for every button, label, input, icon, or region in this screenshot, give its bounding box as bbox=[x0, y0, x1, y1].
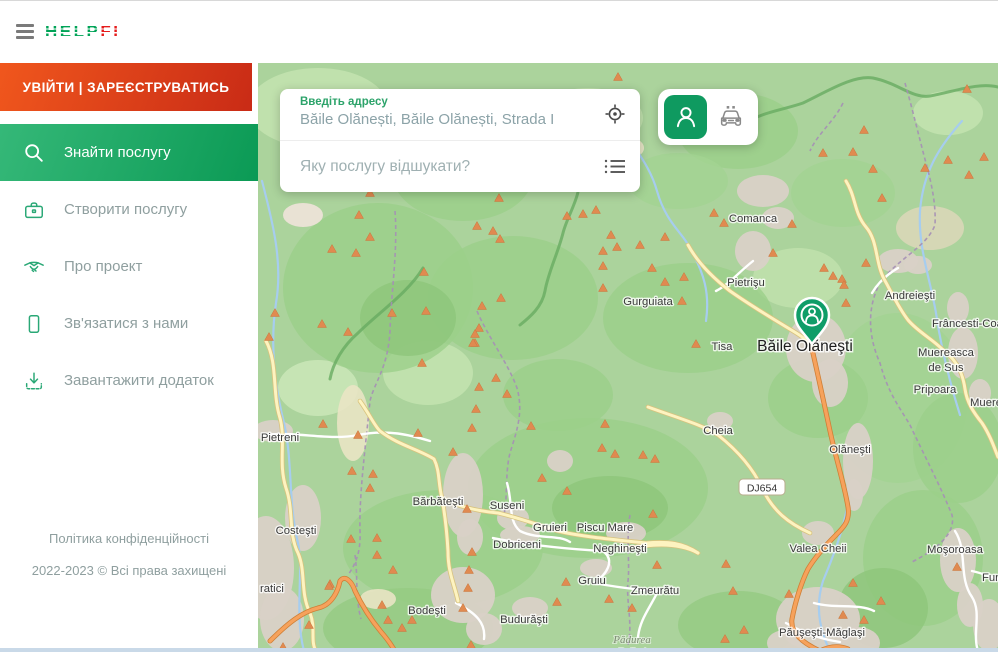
hamburger-menu-icon[interactable] bbox=[16, 24, 34, 39]
map-label: Zmeurătu bbox=[631, 585, 679, 597]
sidebar-item-create-service[interactable]: Створити послугу bbox=[0, 181, 258, 238]
map-label: Păuşeşti-Măglaşi bbox=[779, 627, 865, 639]
taxi-icon bbox=[717, 103, 745, 131]
logo-red-part: FI bbox=[100, 22, 120, 41]
copyright-text: 2022-2023 © Всі права захищені bbox=[0, 563, 258, 578]
town-area bbox=[547, 450, 573, 472]
map-label: Pietreni bbox=[261, 432, 299, 444]
map-label: Comanca bbox=[729, 213, 778, 225]
address-row: Введіть адресу bbox=[280, 89, 640, 141]
map-label: Băile Olăneşti bbox=[757, 338, 853, 355]
sidebar-item-label: Зв'язатися з нами bbox=[64, 315, 188, 332]
map-label: Gruieri bbox=[533, 522, 567, 534]
map-label: Gurguiata bbox=[623, 296, 673, 308]
map-label: Muereasca bbox=[918, 347, 975, 359]
taxi-mode-button[interactable] bbox=[709, 95, 752, 139]
sidebar-item-find-service[interactable]: Знайти послугу bbox=[0, 124, 258, 181]
field-patch bbox=[283, 203, 323, 227]
service-search-input[interactable] bbox=[280, 141, 640, 192]
topbar: HELPFI bbox=[0, 1, 998, 63]
map-label: Suseni bbox=[490, 500, 525, 512]
sidebar-item-about-project[interactable]: Про проект bbox=[0, 238, 258, 295]
map-label: Gruiu bbox=[578, 575, 606, 587]
sidebar-item-label: Про проект bbox=[64, 258, 142, 275]
map-label: Bărbăteşti bbox=[413, 496, 464, 508]
map-label: Frâncesti-Coa bbox=[932, 318, 998, 330]
map-label: Costeşti bbox=[276, 525, 317, 537]
address-input[interactable] bbox=[300, 111, 596, 128]
forest-patch bbox=[791, 159, 895, 227]
person-mode-button[interactable] bbox=[664, 95, 707, 139]
address-label: Введіть адресу bbox=[300, 96, 596, 108]
map-label: Valea Cheii bbox=[790, 543, 847, 555]
service-list-icon[interactable] bbox=[604, 158, 626, 180]
map-label: Muere bbox=[970, 397, 998, 409]
map-label: Pădurea bbox=[612, 634, 651, 646]
sidebar-item-label: Завантажити додаток bbox=[64, 372, 214, 389]
phone-icon bbox=[22, 312, 46, 336]
map-label: Cheia bbox=[703, 425, 733, 437]
person-icon bbox=[673, 104, 699, 130]
login-register-button[interactable]: УВІЙТИ | ЗАРЕЄСТРУВАТИСЬ bbox=[0, 63, 252, 111]
sidebar-item-label: Створити послугу bbox=[64, 201, 187, 218]
locate-crosshair-icon[interactable] bbox=[604, 103, 626, 130]
forest-patch bbox=[428, 236, 598, 360]
map-label: Tisa bbox=[712, 341, 734, 353]
map-label: Bodeşti bbox=[408, 605, 446, 617]
map-label: de Sus bbox=[928, 362, 964, 374]
mode-toggle bbox=[658, 89, 758, 145]
sidebar-item-label: Знайти послугу bbox=[64, 144, 171, 161]
sidebar-nav: Знайти послугу Створити послугу Про прое… bbox=[0, 124, 258, 409]
map-label: Neghineşti bbox=[593, 543, 646, 555]
search-icon bbox=[22, 141, 46, 165]
field-patch bbox=[337, 385, 369, 461]
field-patch bbox=[896, 206, 964, 250]
briefcase-icon bbox=[22, 198, 46, 222]
sidebar: УВІЙТИ | ЗАРЕЄСТРУВАТИСЬ Знайти послугу … bbox=[0, 63, 258, 652]
map-label: Piscu Mare bbox=[577, 522, 634, 534]
map-label: Moşoroasa bbox=[927, 544, 984, 556]
service-row bbox=[280, 141, 640, 192]
town-area bbox=[735, 231, 771, 271]
road-badge-label: DJ654 bbox=[747, 483, 778, 495]
map-label: Pripoara bbox=[914, 384, 957, 396]
helpfi-logo[interactable]: HELPFI bbox=[45, 22, 120, 42]
map[interactable]: Comanca Pietrişu Andreieşti Gurguiata Frânce… bbox=[258, 63, 998, 652]
town-area bbox=[457, 519, 483, 555]
logo-green-part: HELP bbox=[45, 22, 100, 41]
map-label: Budurăşti bbox=[500, 614, 548, 626]
search-card: Введіть адресу bbox=[280, 89, 640, 192]
map-label: ratici bbox=[260, 583, 284, 595]
town-area bbox=[878, 249, 918, 273]
map-label: Fundă bbox=[982, 572, 998, 584]
sidebar-footer: Політика конфіденційності 2022-2023 © Вс… bbox=[0, 514, 258, 578]
town-area bbox=[737, 175, 789, 207]
map-label: Andreieşti bbox=[885, 290, 935, 302]
download-icon bbox=[22, 369, 46, 393]
sidebar-item-download-app[interactable]: Завантажити додаток bbox=[0, 352, 258, 409]
helpfi-app: HELPFI УВІЙТИ | ЗАРЕЄСТРУВАТИСЬ Знайти п… bbox=[0, 0, 998, 652]
map-label: Olăneşti bbox=[829, 444, 870, 456]
privacy-policy-link[interactable]: Політика конфіденційності bbox=[0, 531, 258, 546]
bottom-scrollbar[interactable] bbox=[0, 648, 998, 652]
map-label: Pietrişu bbox=[727, 277, 765, 289]
handshake-icon bbox=[22, 255, 46, 279]
sidebar-item-contact-us[interactable]: Зв'язатися з нами bbox=[0, 295, 258, 352]
map-label: Dobriceni bbox=[493, 539, 541, 551]
